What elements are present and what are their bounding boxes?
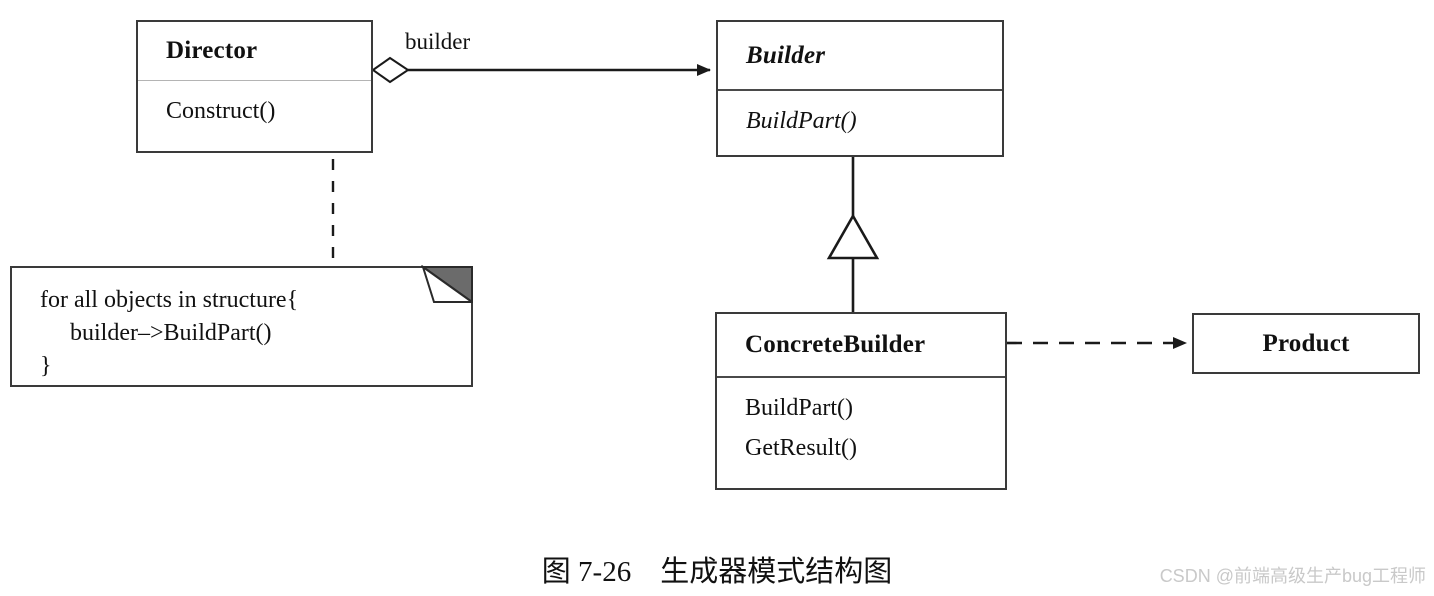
operation-item: BuildPart() xyxy=(745,395,853,421)
association-role-label: builder xyxy=(405,29,471,54)
operations-compartment-builder: BuildPart() xyxy=(718,91,1002,141)
class-name-product: Product xyxy=(1262,329,1350,357)
operations-compartment-director: Construct() xyxy=(138,81,371,131)
note-line: } xyxy=(40,353,52,379)
operation-item: GetResult() xyxy=(745,435,857,461)
class-name-concretebuilder: ConcreteBuilder xyxy=(745,331,926,358)
note-line: builder–>BuildPart() xyxy=(40,320,272,346)
class-box-builder: Builder BuildPart() xyxy=(716,20,1004,157)
class-box-director: Director Construct() xyxy=(136,20,373,153)
operations-compartment-concretebuilder: BuildPart() GetResult() xyxy=(717,378,1005,468)
class-box-concretebuilder: ConcreteBuilder BuildPart() GetResult() xyxy=(715,312,1007,490)
generalization-concretebuilder-builder xyxy=(826,157,880,312)
csdn-watermark: CSDN @前端高级生产bug工程师 xyxy=(1159,566,1426,586)
operation-item: BuildPart() xyxy=(746,108,857,134)
class-name-director: Director xyxy=(166,37,258,64)
class-name-builder: Builder xyxy=(746,41,826,69)
aggregation-director-builder xyxy=(371,56,711,84)
note-line: for all objects in structure{ xyxy=(40,287,299,313)
note-box: for all objects in structure{ builder–>B… xyxy=(10,266,473,387)
uml-class-diagram: Director Construct() Builder BuildPart()… xyxy=(0,0,1434,596)
operation-item: Construct() xyxy=(166,98,276,124)
note-folded-corner-icon xyxy=(421,265,473,303)
class-box-product: Product xyxy=(1192,313,1420,374)
